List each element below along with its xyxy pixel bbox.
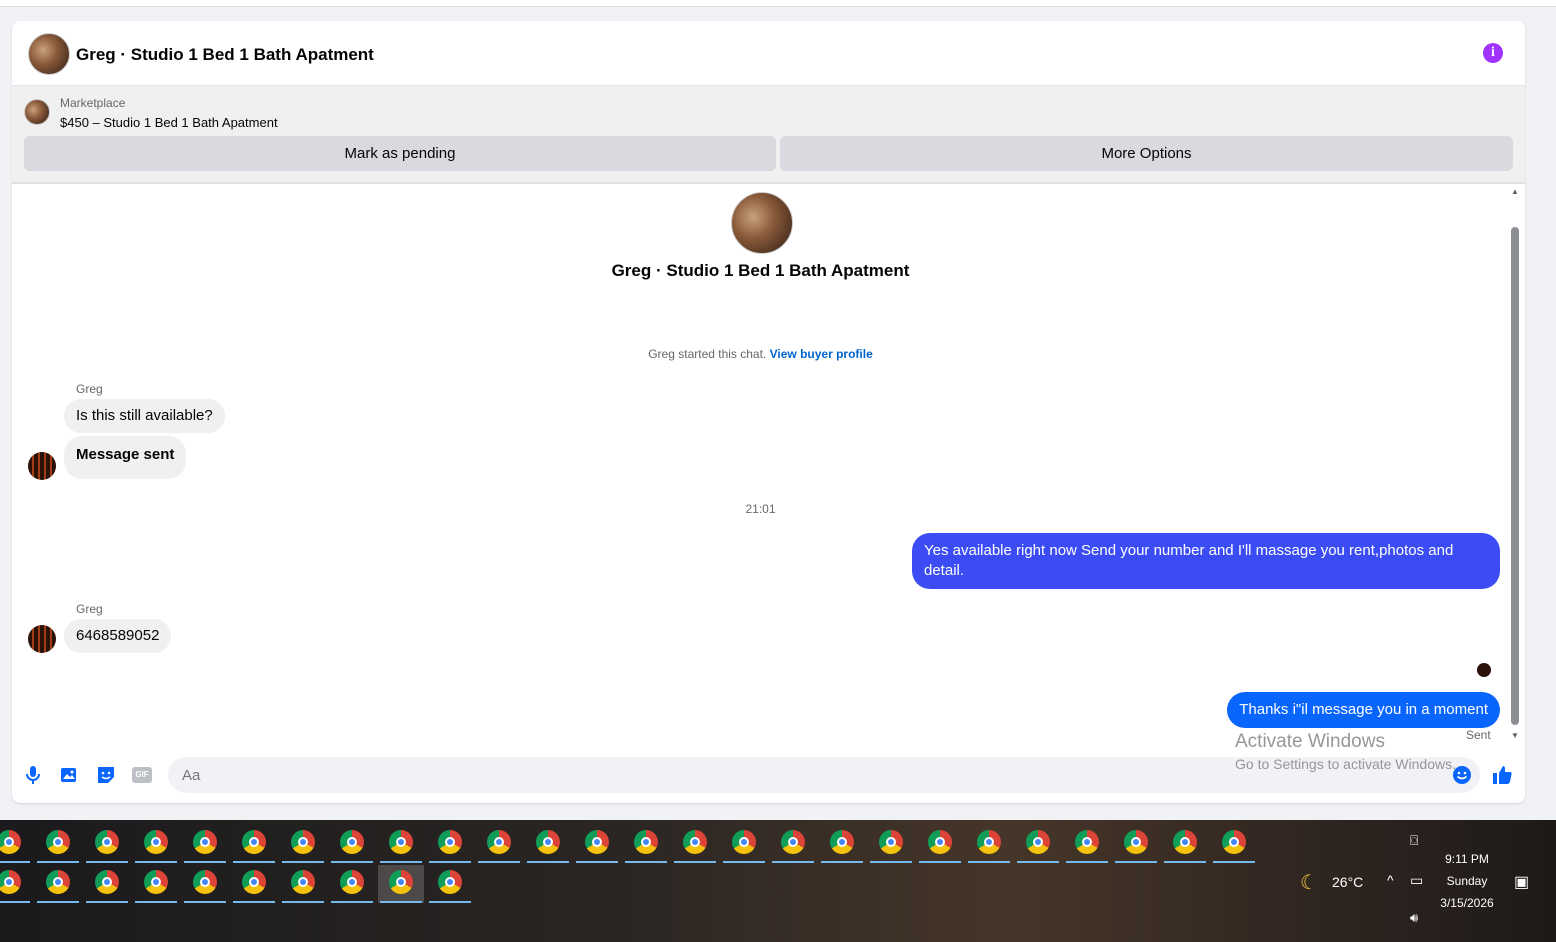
taskbar: ⌼ ☾ 26°C ^ ▭ 🔊︎ 9:11 PM Sunday 3/15/2026… xyxy=(0,820,1556,942)
outgoing-message[interactable]: Yes available right now Send your number… xyxy=(912,533,1500,589)
scroll-down-arrow-icon[interactable]: ▼ xyxy=(1511,731,1519,740)
conversation-header: Greg · Studio 1 Bed 1 Bath Apatment i xyxy=(12,21,1525,86)
chevron-up-icon[interactable]: ^ xyxy=(1387,872,1394,888)
taskbar-chrome-icon[interactable] xyxy=(231,825,277,863)
taskbar-chrome-icon[interactable] xyxy=(329,865,375,903)
taskbar-chrome-icon[interactable] xyxy=(1015,825,1061,863)
outgoing-message[interactable]: Thanks i"il message you in a moment xyxy=(1227,692,1500,728)
microphone-icon[interactable] xyxy=(22,764,44,786)
taskbar-chrome-icon[interactable] xyxy=(623,825,669,863)
sender-name: Greg xyxy=(76,602,103,616)
clock-date[interactable]: 3/15/2026 xyxy=(1434,896,1500,910)
conversation-panel: Greg · Studio 1 Bed 1 Bath Apatment i Ma… xyxy=(12,21,1525,803)
taskbar-chrome-icon[interactable] xyxy=(1162,825,1208,863)
top-strip xyxy=(0,0,1556,7)
chat-avatar[interactable] xyxy=(731,192,793,254)
info-icon[interactable]: i xyxy=(1483,43,1503,63)
taskbar-chrome-icon[interactable] xyxy=(378,825,424,863)
taskbar-chrome-icon[interactable] xyxy=(917,825,963,863)
incoming-message[interactable]: Message sent xyxy=(64,436,187,479)
listing-avatar[interactable] xyxy=(28,33,70,75)
activate-subtitle: Go to Settings to activate Windows. xyxy=(1235,756,1456,772)
sender-name: Greg xyxy=(76,382,103,396)
clock-time[interactable]: 9:11 PM xyxy=(1440,852,1494,866)
taskbar-chrome-icon[interactable] xyxy=(476,825,522,863)
taskbar-chrome-icon[interactable] xyxy=(966,825,1012,863)
activate-title: Activate Windows xyxy=(1235,731,1385,752)
chat-title: Greg · Studio 1 Bed 1 Bath Apatment xyxy=(611,261,910,280)
message-list[interactable]: Greg · Studio 1 Bed 1 Bath Apatment Greg… xyxy=(12,184,1525,754)
taskbar-chrome-icon[interactable] xyxy=(0,865,32,903)
taskbar-chrome-icon[interactable] xyxy=(35,865,81,903)
chat-started-notice: Greg started this chat. View buyer profi… xyxy=(12,347,1509,361)
moon-icon[interactable]: ☾ xyxy=(1300,870,1318,895)
network-icon[interactable]: ▭ xyxy=(1410,872,1423,889)
taskbar-chrome-icon[interactable] xyxy=(819,825,865,863)
seen-avatar xyxy=(1477,663,1491,677)
sender-avatar[interactable] xyxy=(28,452,56,480)
message-status: Sent xyxy=(1466,728,1491,742)
taskbar-chrome-icon[interactable] xyxy=(84,825,130,863)
taskbar-chrome-icon[interactable] xyxy=(133,865,179,903)
like-icon[interactable] xyxy=(1491,764,1513,786)
clock-day[interactable]: Sunday xyxy=(1440,874,1494,888)
started-text: Greg started this chat. xyxy=(648,347,767,361)
mark-as-pending-button[interactable]: Mark as pending xyxy=(24,136,776,171)
taskbar-chrome-icon[interactable] xyxy=(329,825,375,863)
incoming-message[interactable]: Is this still available? xyxy=(64,399,225,433)
taskbar-chrome-icon[interactable] xyxy=(231,865,277,903)
taskbar-chrome-icon[interactable] xyxy=(182,865,228,903)
gif-icon[interactable]: GIF xyxy=(131,764,153,786)
message-input[interactable] xyxy=(180,766,1384,785)
taskbar-chrome-icon[interactable] xyxy=(574,825,620,863)
meet-now-icon[interactable]: ⌼ xyxy=(1410,832,1418,849)
taskbar-chrome-icon[interactable] xyxy=(0,825,32,863)
photo-icon[interactable] xyxy=(58,764,80,786)
taskbar-chrome-icon[interactable] xyxy=(378,865,424,903)
conversation-title[interactable]: Greg · Studio 1 Bed 1 Bath Apatment xyxy=(76,45,374,65)
listing-bar: Marketplace $450 – Studio 1 Bed 1 Bath A… xyxy=(12,86,1525,184)
scroll-up-arrow-icon[interactable]: ▲ xyxy=(1511,187,1519,196)
taskbar-chrome-icon[interactable] xyxy=(1113,825,1159,863)
taskbar-chrome-icon[interactable] xyxy=(280,865,326,903)
windows-activation-watermark: Activate Windows Go to Settings to activ… xyxy=(1235,731,1456,772)
more-options-button[interactable]: More Options xyxy=(780,136,1513,171)
taskbar-chrome-icon[interactable] xyxy=(427,825,473,863)
timestamp: 21:01 xyxy=(745,502,776,516)
sticker-icon[interactable] xyxy=(95,764,117,786)
taskbar-chrome-icon[interactable] xyxy=(84,865,130,903)
taskbar-chrome-icon[interactable] xyxy=(35,825,81,863)
taskbar-chrome-icon[interactable] xyxy=(525,825,571,863)
marketplace-label: Marketplace xyxy=(60,96,126,110)
taskbar-chrome-icon[interactable] xyxy=(182,825,228,863)
taskbar-chrome-icon[interactable] xyxy=(868,825,914,863)
view-buyer-profile-link[interactable]: View buyer profile xyxy=(770,347,873,361)
taskbar-chrome-icon[interactable] xyxy=(1211,825,1257,863)
taskbar-chrome-icon[interactable] xyxy=(770,825,816,863)
taskbar-chrome-icon[interactable] xyxy=(721,825,767,863)
taskbar-chrome-icon[interactable] xyxy=(672,825,718,863)
volume-icon[interactable]: 🔊︎ xyxy=(1410,910,1418,926)
listing-price-title[interactable]: $450 – Studio 1 Bed 1 Bath Apatment xyxy=(60,115,278,130)
sender-avatar[interactable] xyxy=(28,625,56,653)
incoming-message[interactable]: 6468589052 xyxy=(64,619,172,653)
scrollbar-thumb[interactable] xyxy=(1511,227,1519,725)
listing-thumbnail[interactable] xyxy=(24,99,50,125)
taskbar-chrome-icon[interactable] xyxy=(1064,825,1110,863)
taskbar-chrome-icon[interactable] xyxy=(280,825,326,863)
weather-temperature[interactable]: 26°C xyxy=(1332,874,1363,890)
taskbar-chrome-icon[interactable] xyxy=(133,825,179,863)
gif-label: GIF xyxy=(135,770,149,779)
taskbar-chrome-icon[interactable] xyxy=(427,865,473,903)
notification-icon[interactable]: ▣ xyxy=(1514,872,1529,892)
